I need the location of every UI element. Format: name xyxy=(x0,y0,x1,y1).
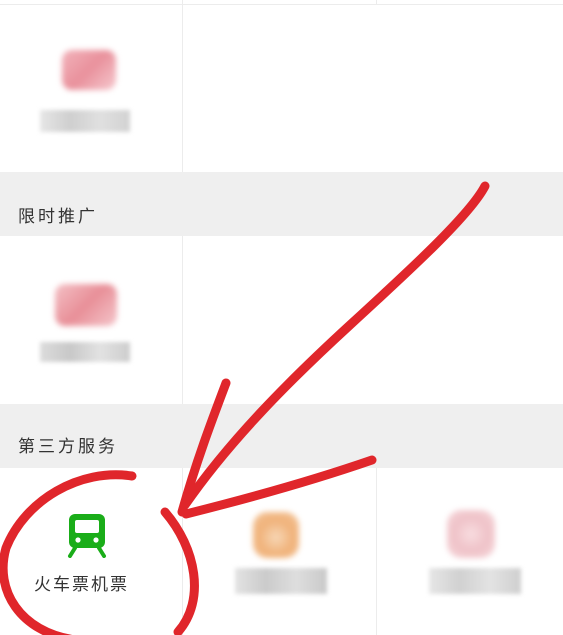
service-tile-train-flight[interactable]: 火车票机票 xyxy=(0,468,182,635)
service-label-train-flight: 火车票机票 xyxy=(34,575,129,595)
service-tile-blurred[interactable] xyxy=(0,236,182,404)
blurred-service-icon xyxy=(253,512,299,558)
grid-divider xyxy=(182,236,183,404)
blurred-service-icon xyxy=(62,50,116,90)
third-party-grid-row: 火车票机票 xyxy=(0,468,563,635)
blurred-service-label xyxy=(40,342,130,362)
blurred-service-icon xyxy=(447,510,495,558)
section-title: 第三方服务 xyxy=(18,437,118,457)
grid-divider xyxy=(182,0,183,172)
section-header-third-party: 第三方服务 xyxy=(0,404,563,468)
train-icon xyxy=(68,514,106,558)
service-tile-blurred[interactable] xyxy=(0,5,182,172)
section-header-limited-promo: 限时推广 xyxy=(0,172,563,236)
blurred-service-icon xyxy=(55,284,117,326)
service-tile-blurred[interactable] xyxy=(183,468,376,635)
service-tile-blurred[interactable] xyxy=(377,468,563,635)
grid-divider xyxy=(376,0,377,4)
top-grid-row xyxy=(0,0,563,172)
promo-grid-row xyxy=(0,236,563,404)
blurred-service-label xyxy=(40,110,130,132)
blurred-service-label xyxy=(235,568,327,594)
section-title: 限时推广 xyxy=(18,207,98,227)
blurred-service-label xyxy=(429,568,521,594)
